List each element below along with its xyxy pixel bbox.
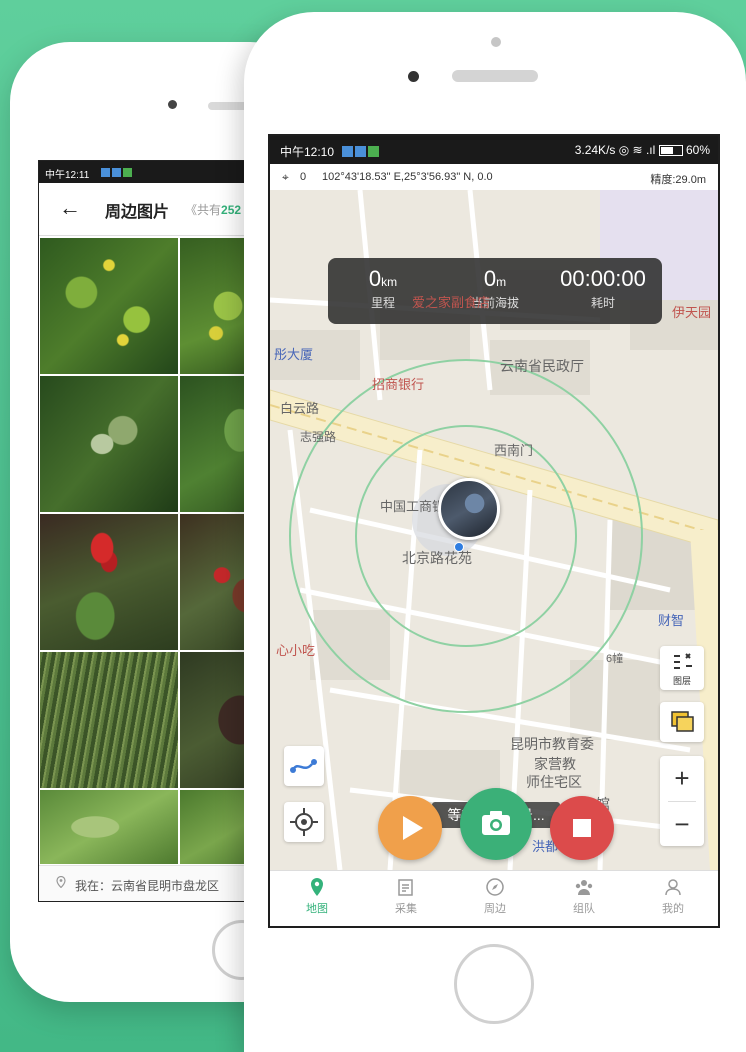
status-bar: 中午12:10 3.24K/s ◎ ≋ .ıl 60% (270, 136, 718, 164)
nav-item-nearby[interactable]: 周边 (465, 877, 525, 916)
compass-icon (486, 878, 504, 896)
wifi-icon: ◎ ≋ .ıl (618, 143, 659, 157)
notification-icons (101, 167, 134, 178)
nav-item-map[interactable]: 地图 (287, 877, 347, 916)
poi-label: 爱之家副食店 (412, 295, 491, 310)
back-arrow-icon[interactable]: ← (59, 195, 81, 221)
stop-track-button[interactable] (550, 796, 614, 860)
poi-label: 6幢 (606, 653, 624, 665)
photo-thumbnail[interactable] (39, 789, 179, 865)
notification-icons (342, 144, 381, 158)
poi-label: 师住宅区 (526, 774, 582, 790)
status-time: 中午12:11 (45, 170, 90, 181)
layers-icon (674, 653, 692, 669)
front-camera-dot (491, 37, 501, 47)
front-camera-dot (168, 100, 177, 109)
map-type-icon (671, 711, 694, 732)
map-pin-icon (311, 878, 323, 896)
coordinates: 102°43'18.53" E,25°3'56.93" N, 0.0 (322, 171, 493, 183)
location-pin-icon (56, 876, 66, 888)
crosshair-icon (290, 808, 318, 836)
street-label: 白云路 (280, 401, 320, 416)
start-track-button[interactable] (378, 796, 442, 860)
camera-button[interactable] (460, 788, 532, 860)
poi-label: 云南省民政厅 (500, 358, 584, 374)
photo-thumbnail[interactable] (39, 237, 179, 375)
page-title: 周边图片 (105, 204, 170, 221)
stat-elapsed: 00:00:00 耗时 (560, 266, 646, 310)
satellite-icon: ⌖ (282, 170, 289, 184)
nav-item-profile[interactable]: 我的 (643, 877, 703, 916)
street-label: 志强路 (300, 430, 337, 444)
battery-icon (658, 145, 683, 157)
poi-label: 财智 (658, 613, 685, 628)
nav-item-collect[interactable]: 采集 (376, 877, 436, 916)
zoom-out-button[interactable]: − (660, 802, 704, 846)
map-view[interactable]: 0km 里程 0m 当前海拔 00:00:00 耗时 爱之家副食店 伊天园 彤大… (270, 190, 718, 914)
zoom-control: + − (660, 756, 704, 846)
front-phone-screen: 中午12:10 3.24K/s ◎ ≋ .ıl 60% ⌖ 0 102°43'1… (268, 134, 720, 928)
photo-thumbnail[interactable] (39, 375, 179, 513)
status-right: 3.24K/s ◎ ≋ .ıl 60% (575, 143, 710, 157)
photo-thumbnail[interactable] (39, 651, 179, 789)
poi-label: 家营教 (534, 756, 576, 772)
play-icon (403, 816, 423, 840)
current-location-marker[interactable] (438, 478, 500, 540)
poi-label: 中国工商银 (380, 499, 446, 514)
photo-count: 《共有252 (185, 203, 242, 217)
photo-thumbnail[interactable] (39, 513, 179, 651)
profile-icon (665, 879, 681, 896)
track-route-button[interactable] (284, 746, 324, 786)
nav-item-team[interactable]: 组队 (554, 877, 614, 916)
poi-label: 彤大厦 (274, 347, 314, 362)
locate-button[interactable] (284, 802, 324, 842)
status-time: 中午12:10 (280, 145, 335, 159)
poi-label: 伊天园 (672, 305, 712, 320)
tracking-stats-panel: 0km 里程 0m 当前海拔 00:00:00 耗时 (328, 258, 662, 324)
map-type-button[interactable] (660, 702, 704, 742)
edit-icon (398, 879, 413, 896)
accuracy: 精度:29.0m (650, 174, 706, 186)
bottom-navigation: 地图 采集 周边 组队 我的 (270, 870, 718, 926)
zoom-in-button[interactable]: + (660, 756, 704, 800)
network-speed: 3.24K/s (574, 143, 616, 157)
team-icon (575, 880, 593, 895)
satellite-count: 0 (300, 171, 307, 183)
coordinate-bar: ⌖ 0 102°43'18.53" E,25°3'56.93" N, 0.0 精… (270, 164, 718, 191)
poi-label: 招商银行 (372, 377, 425, 392)
poi-label: 心小吃 (276, 643, 316, 658)
location-dot (454, 542, 464, 552)
battery-percent: 60% (685, 143, 710, 157)
speaker-grille (452, 70, 538, 82)
camera-icon (482, 811, 510, 835)
layers-button[interactable]: 图层 (660, 646, 704, 690)
stop-icon (573, 819, 591, 837)
poi-label: 西南门 (494, 443, 534, 458)
poi-label: 昆明市教育委 (510, 736, 594, 752)
current-location-text: 我在：云南省昆明市盘龙区 (75, 879, 220, 893)
layers-label: 图层 (672, 676, 691, 686)
sensor-dot (408, 71, 419, 82)
home-button (454, 944, 534, 1024)
route-icon (290, 759, 317, 773)
